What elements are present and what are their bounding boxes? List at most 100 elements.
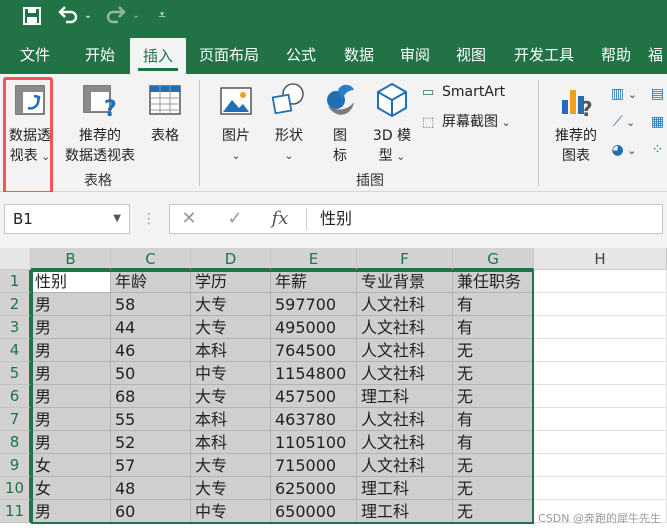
table-cell[interactable]: 男 — [31, 316, 111, 339]
empty-cell[interactable] — [534, 454, 667, 477]
table-cell[interactable]: 有 — [453, 408, 534, 431]
empty-cell[interactable] — [534, 270, 667, 293]
table-cell[interactable]: 大专 — [191, 477, 271, 500]
table-cell[interactable]: 男 — [31, 293, 111, 316]
tab-home[interactable]: 开始 — [72, 36, 128, 74]
hierarchy-chart-button[interactable]: ▤ — [648, 84, 667, 104]
screenshot-button[interactable]: ⬚ 屏幕截图 ⌄ — [422, 112, 526, 133]
row-header-7[interactable]: 7 — [0, 408, 31, 431]
table-button[interactable]: 表格 — [142, 80, 188, 146]
undo-icon[interactable] — [56, 4, 80, 28]
table-cell[interactable]: 无 — [453, 362, 534, 385]
header-cell[interactable]: 年龄 — [111, 270, 191, 293]
empty-cell[interactable] — [534, 431, 667, 454]
pictures-button[interactable]: 图片 ⌄ — [214, 80, 258, 166]
tab-page-layout[interactable]: 页面布局 — [190, 36, 268, 74]
redo-icon[interactable] — [104, 4, 128, 28]
scatter-chart-button[interactable]: ⁘ — [648, 140, 667, 160]
table-cell[interactable]: 55 — [111, 408, 191, 431]
column-header-d[interactable]: D — [191, 248, 271, 270]
empty-cell[interactable] — [534, 293, 667, 316]
table-cell[interactable]: 本科 — [191, 431, 271, 454]
row-header-6[interactable]: 6 — [0, 385, 31, 408]
table-cell[interactable]: 大专 — [191, 316, 271, 339]
table-cell[interactable]: 无 — [453, 500, 534, 523]
redo-dropdown-icon[interactable]: ⌄ — [130, 4, 142, 28]
table-cell[interactable]: 无 — [453, 454, 534, 477]
table-cell[interactable]: 有 — [453, 316, 534, 339]
table-cell[interactable]: 无 — [453, 339, 534, 362]
table-cell[interactable]: 理工科 — [357, 385, 453, 408]
table-cell[interactable]: 人文社科 — [357, 293, 453, 316]
table-cell[interactable]: 中专 — [191, 362, 271, 385]
row-header-11[interactable]: 11 — [0, 500, 31, 523]
header-cell[interactable]: 兼任职务 — [453, 270, 534, 293]
empty-cell[interactable] — [534, 385, 667, 408]
table-cell[interactable]: 463780 — [271, 408, 357, 431]
cancel-icon[interactable]: ✕ — [176, 204, 202, 234]
table-cell[interactable]: 理工科 — [357, 500, 453, 523]
table-cell[interactable]: 人文社科 — [357, 339, 453, 362]
table-cell[interactable]: 52 — [111, 431, 191, 454]
tab-review[interactable]: 审阅 — [388, 36, 442, 74]
save-icon[interactable] — [22, 4, 42, 28]
table-cell[interactable]: 68 — [111, 385, 191, 408]
tab-help[interactable]: 帮助 — [590, 36, 642, 74]
table-cell[interactable]: 1105100 — [271, 431, 357, 454]
table-cell[interactable]: 715000 — [271, 454, 357, 477]
recommended-pivot-button[interactable]: ? 推荐的 数据透视表 — [58, 80, 142, 166]
tab-data[interactable]: 数据 — [332, 36, 386, 74]
table-cell[interactable]: 男 — [31, 339, 111, 362]
table-cell[interactable]: 中专 — [191, 500, 271, 523]
table-cell[interactable]: 本科 — [191, 339, 271, 362]
table-cell[interactable]: 48 — [111, 477, 191, 500]
pie-chart-button[interactable]: ◕ ⌄ — [606, 140, 642, 161]
column-header-b[interactable]: B — [31, 248, 111, 270]
table-cell[interactable]: 女 — [31, 477, 111, 500]
table-cell[interactable]: 495000 — [271, 316, 357, 339]
table-cell[interactable]: 有 — [453, 293, 534, 316]
table-cell[interactable]: 无 — [453, 385, 534, 408]
header-cell[interactable]: 学历 — [191, 270, 271, 293]
table-cell[interactable]: 46 — [111, 339, 191, 362]
bar-chart-button[interactable]: ▥ ⌄ — [606, 84, 642, 105]
table-cell[interactable]: 58 — [111, 293, 191, 316]
tab-formulas[interactable]: 公式 — [274, 36, 328, 74]
table-cell[interactable]: 理工科 — [357, 477, 453, 500]
recommended-charts-button[interactable]: ? 推荐的 图表 — [548, 80, 604, 166]
name-box[interactable]: B1 ▼ — [4, 204, 130, 234]
empty-cell[interactable] — [534, 408, 667, 431]
table-cell[interactable]: 人文社科 — [357, 408, 453, 431]
tab-more[interactable]: 福 — [648, 36, 667, 74]
select-all-corner[interactable] — [0, 248, 31, 270]
formula-value[interactable]: 性别 — [320, 204, 352, 234]
table-cell[interactable]: 大专 — [191, 293, 271, 316]
empty-cell[interactable] — [534, 477, 667, 500]
column-header-e[interactable]: E — [271, 248, 357, 270]
row-header-5[interactable]: 5 — [0, 362, 31, 385]
empty-cell[interactable] — [534, 362, 667, 385]
insert-function-icon[interactable]: fx — [266, 204, 294, 234]
table-cell[interactable]: 625000 — [271, 477, 357, 500]
statistic-chart-button[interactable]: ▦ — [648, 112, 667, 132]
table-cell[interactable]: 650000 — [271, 500, 357, 523]
header-cell[interactable]: 性别 — [31, 270, 111, 293]
tab-file[interactable]: 文件 — [8, 36, 62, 74]
row-header-4[interactable]: 4 — [0, 339, 31, 362]
table-cell[interactable]: 男 — [31, 408, 111, 431]
row-header-8[interactable]: 8 — [0, 431, 31, 454]
table-cell[interactable]: 男 — [31, 362, 111, 385]
icons-button[interactable]: 图 标 — [320, 80, 360, 166]
undo-dropdown-icon[interactable]: ⌄ — [82, 4, 94, 28]
tab-insert[interactable]: 插入 — [130, 38, 186, 74]
table-cell[interactable]: 人文社科 — [357, 362, 453, 385]
table-cell[interactable]: 人文社科 — [357, 454, 453, 477]
enter-icon[interactable]: ✓ — [222, 204, 248, 234]
table-cell[interactable]: 597700 — [271, 293, 357, 316]
row-header-3[interactable]: 3 — [0, 316, 31, 339]
row-header-10[interactable]: 10 — [0, 477, 31, 500]
table-cell[interactable]: 44 — [111, 316, 191, 339]
table-cell[interactable]: 有 — [453, 431, 534, 454]
table-cell[interactable]: 457500 — [271, 385, 357, 408]
table-cell[interactable]: 50 — [111, 362, 191, 385]
